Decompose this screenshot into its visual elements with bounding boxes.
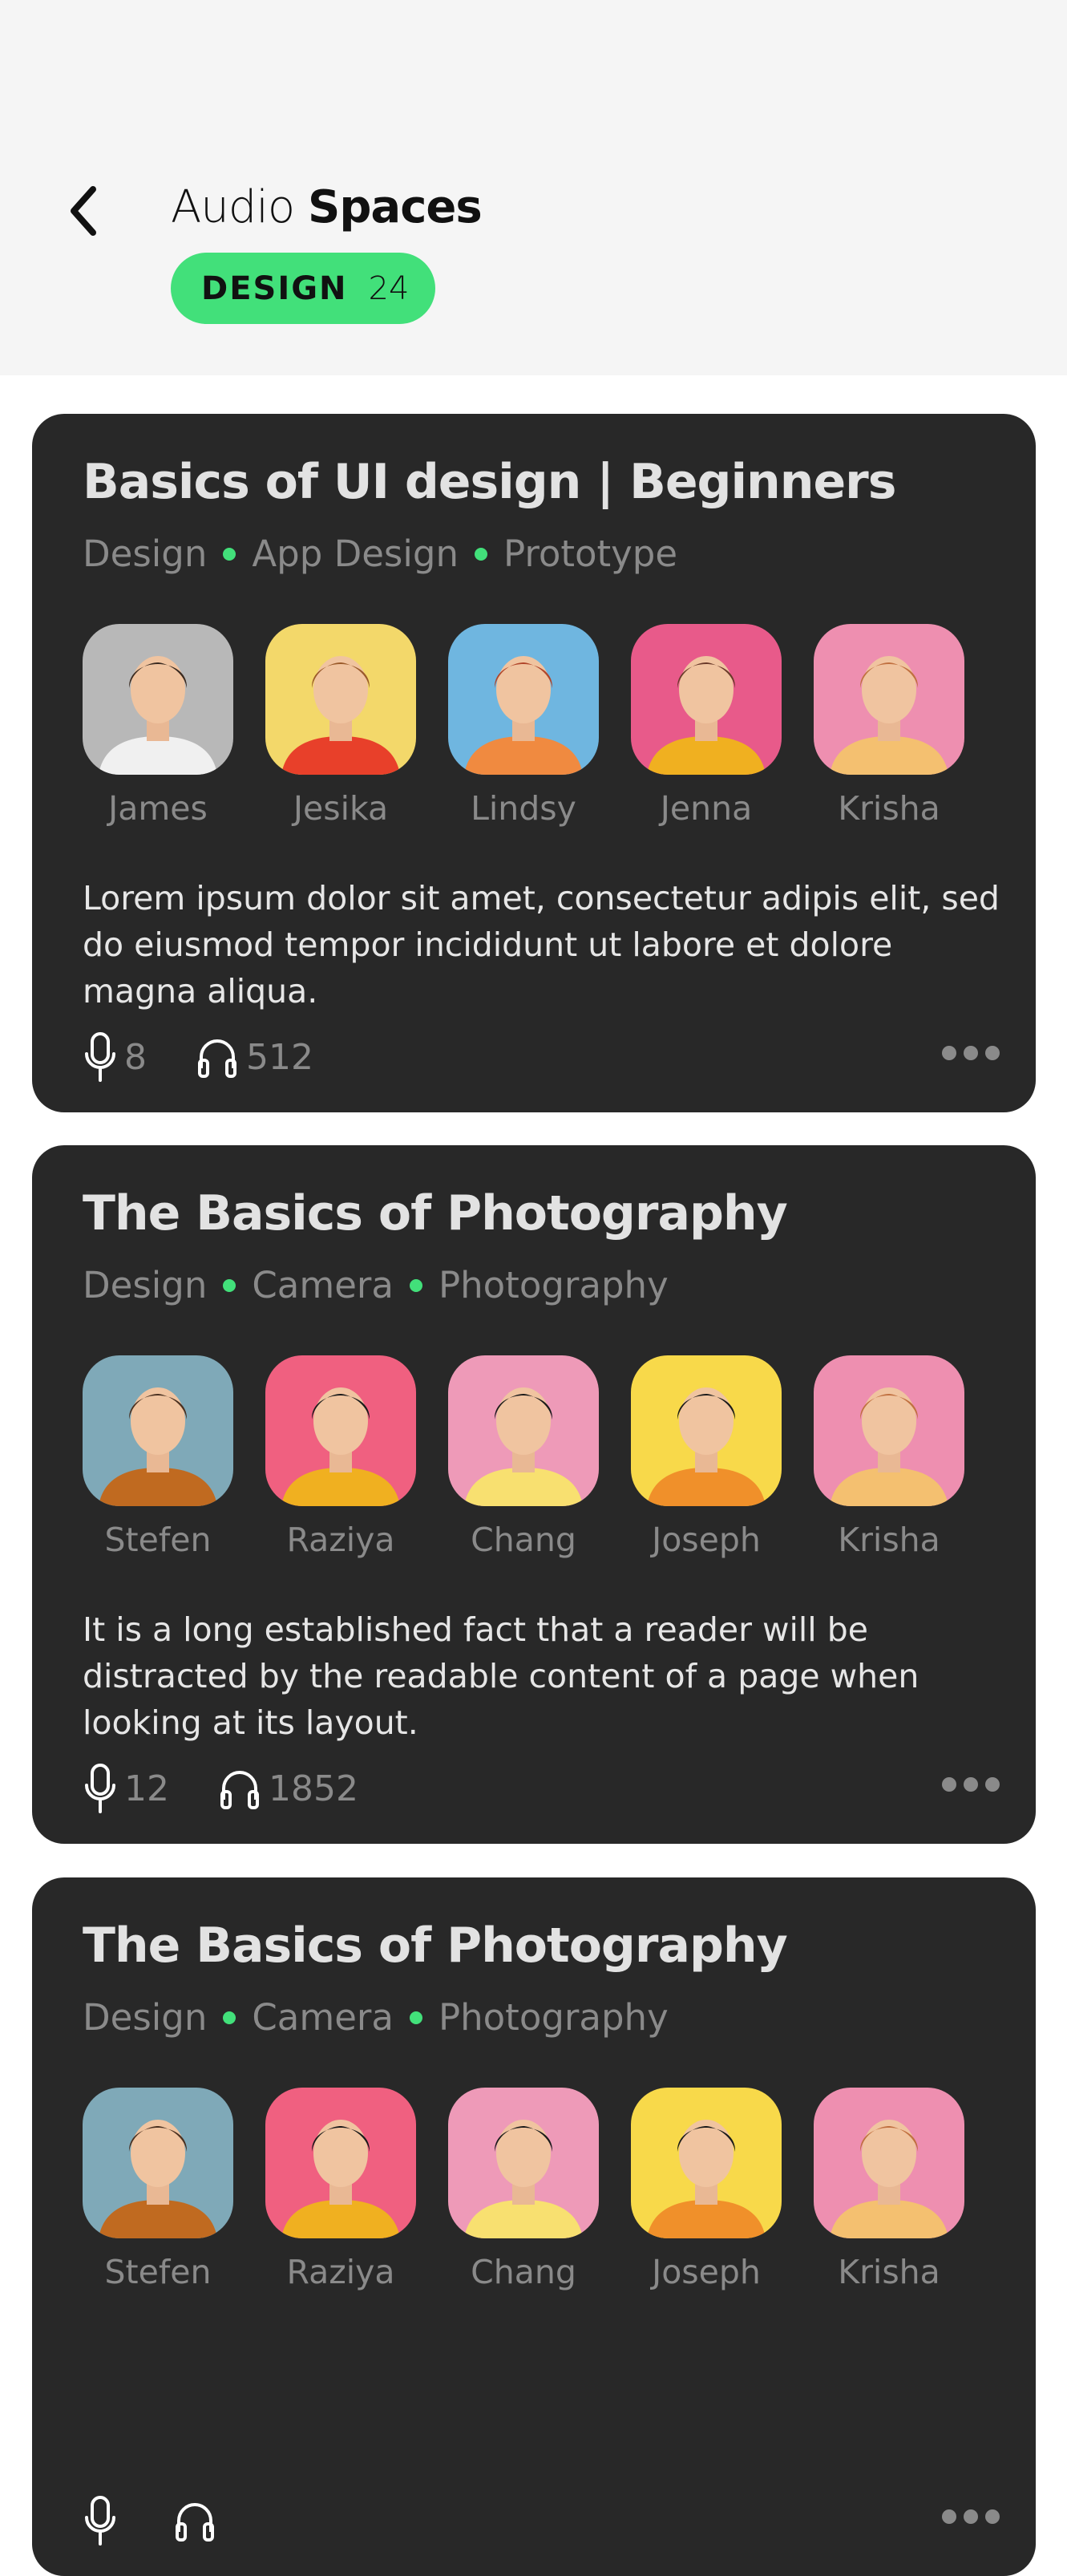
speaker-name: Chang [471,1521,576,1559]
speaker-avatar [631,624,782,775]
speaker-name: Jenna [660,789,753,828]
speaker[interactable]: James [83,624,233,828]
speaker-name: Lindsy [471,789,576,828]
speaker-name: Stefen [104,1521,212,1559]
speaker-avatar [83,2088,233,2238]
card-title: The Basics of Photography [83,1918,788,1974]
more-options-icon[interactable] [942,1046,1000,1060]
speaker-name: James [108,789,208,828]
speaker-avatar [265,1355,416,1506]
speaker[interactable]: Krisha [814,1355,964,1559]
speaker-name: Joseph [652,1521,761,1559]
speaker[interactable]: Chang [448,2088,599,2291]
header: Audio Spaces DESIGN 24 [0,0,1067,375]
card-stats [83,2495,224,2546]
speaker-name: Krisha [838,1521,940,1559]
speaker[interactable]: Jesika [265,624,416,828]
speaker[interactable]: Raziya [265,2088,416,2291]
tag: Prototype [503,533,678,575]
listeners-count: 512 [246,1036,313,1078]
speaker-avatar [448,1355,599,1506]
speaker[interactable]: Krisha [814,624,964,828]
speaker-name: Chang [471,2253,576,2291]
card-description: It is a long established fact that a rea… [83,1610,919,1742]
speakers-count: 12 [124,1768,169,1809]
tag: App Design [252,533,459,575]
speaker-name: Raziya [286,1521,395,1559]
card-description: Lorem ipsum dolor sit amet, consectetur … [83,879,1000,1011]
speaker-list: James Jesika Lindsy Jenna Krisha [83,624,964,828]
speaker[interactable]: Raziya [265,1355,416,1559]
speaker-avatar [265,2088,416,2238]
badge-label: DESIGN [201,269,348,307]
tag-list: Design Camera Photography [83,1264,669,1306]
speaker-name: Jesika [293,789,389,828]
headphones-icon [198,1039,236,1078]
card-stats: 8 512 [83,1031,313,1083]
speaker-list: Stefen Raziya Chang Joseph Krisha [83,1355,964,1559]
card-title: Basics of UI design | Beginners [83,454,896,510]
title-bold: Spaces [307,181,483,233]
microphone-icon [85,2496,115,2546]
speaker-avatar [83,1355,233,1506]
more-options-icon[interactable] [942,1777,1000,1792]
speaker-name: Krisha [838,2253,940,2291]
speaker-avatar [814,2088,964,2238]
speaker[interactable]: Stefen [83,2088,233,2291]
speaker-avatar [448,624,599,775]
category-badge[interactable]: DESIGN 24 [171,253,435,324]
speaker-avatar [83,624,233,775]
page-title: Audio Spaces [171,181,483,233]
tag-separator-dot [223,1278,236,1292]
tag-separator-dot [409,1278,422,1292]
space-card[interactable]: The Basics of Photography Design Camera Ph… [32,1877,1036,2576]
card-title: The Basics of Photography [83,1185,788,1241]
speaker-avatar [265,624,416,775]
listeners-count: 1852 [269,1768,358,1809]
speaker-avatar [448,2088,599,2238]
speakers-count: 8 [124,1036,147,1078]
speaker[interactable]: Jenna [631,624,782,828]
badge-count: 24 [368,269,410,307]
tag: Design [83,1996,208,2039]
speaker-avatar [631,2088,782,2238]
tag: Photography [438,1264,669,1306]
speaker-avatar [814,1355,964,1506]
tag: Photography [438,1996,669,2039]
speaker-name: Krisha [838,789,940,828]
speaker-avatar [631,1355,782,1506]
tag-list: Design App Design Prototype [83,533,677,575]
tag: Design [83,1264,208,1306]
tag-separator-dot [409,2011,422,2024]
speaker-name: Raziya [286,2253,395,2291]
speaker[interactable]: Joseph [631,1355,782,1559]
headphones-icon [176,2503,214,2542]
speaker[interactable]: Chang [448,1355,599,1559]
speaker-list: Stefen Raziya Chang Joseph Krisha [83,2088,964,2291]
speaker[interactable]: Joseph [631,2088,782,2291]
space-card[interactable]: Basics of UI design | Beginners Design Ap… [32,414,1036,1112]
speaker-avatar [814,624,964,775]
more-options-icon[interactable] [942,2509,1000,2524]
tag-separator-dot [223,547,236,561]
tag: Camera [252,1996,394,2039]
speaker[interactable]: Krisha [814,2088,964,2291]
headphones-icon [220,1771,259,1809]
microphone-icon [85,1032,115,1082]
speaker-name: Stefen [104,2253,212,2291]
tag-list: Design Camera Photography [83,1996,669,2039]
card-stats: 12 1852 [83,1763,358,1814]
speaker[interactable]: Lindsy [448,624,599,828]
back-chevron-icon[interactable] [63,183,103,239]
title-light: Audio [171,181,295,233]
tag: Design [83,533,208,575]
speaker[interactable]: Stefen [83,1355,233,1559]
tag-separator-dot [223,2011,236,2024]
tag: Camera [252,1264,394,1306]
microphone-icon [85,1764,115,1813]
space-card[interactable]: The Basics of Photography Design Camera Ph… [32,1145,1036,1844]
tag-separator-dot [474,547,487,561]
speaker-name: Joseph [652,2253,761,2291]
